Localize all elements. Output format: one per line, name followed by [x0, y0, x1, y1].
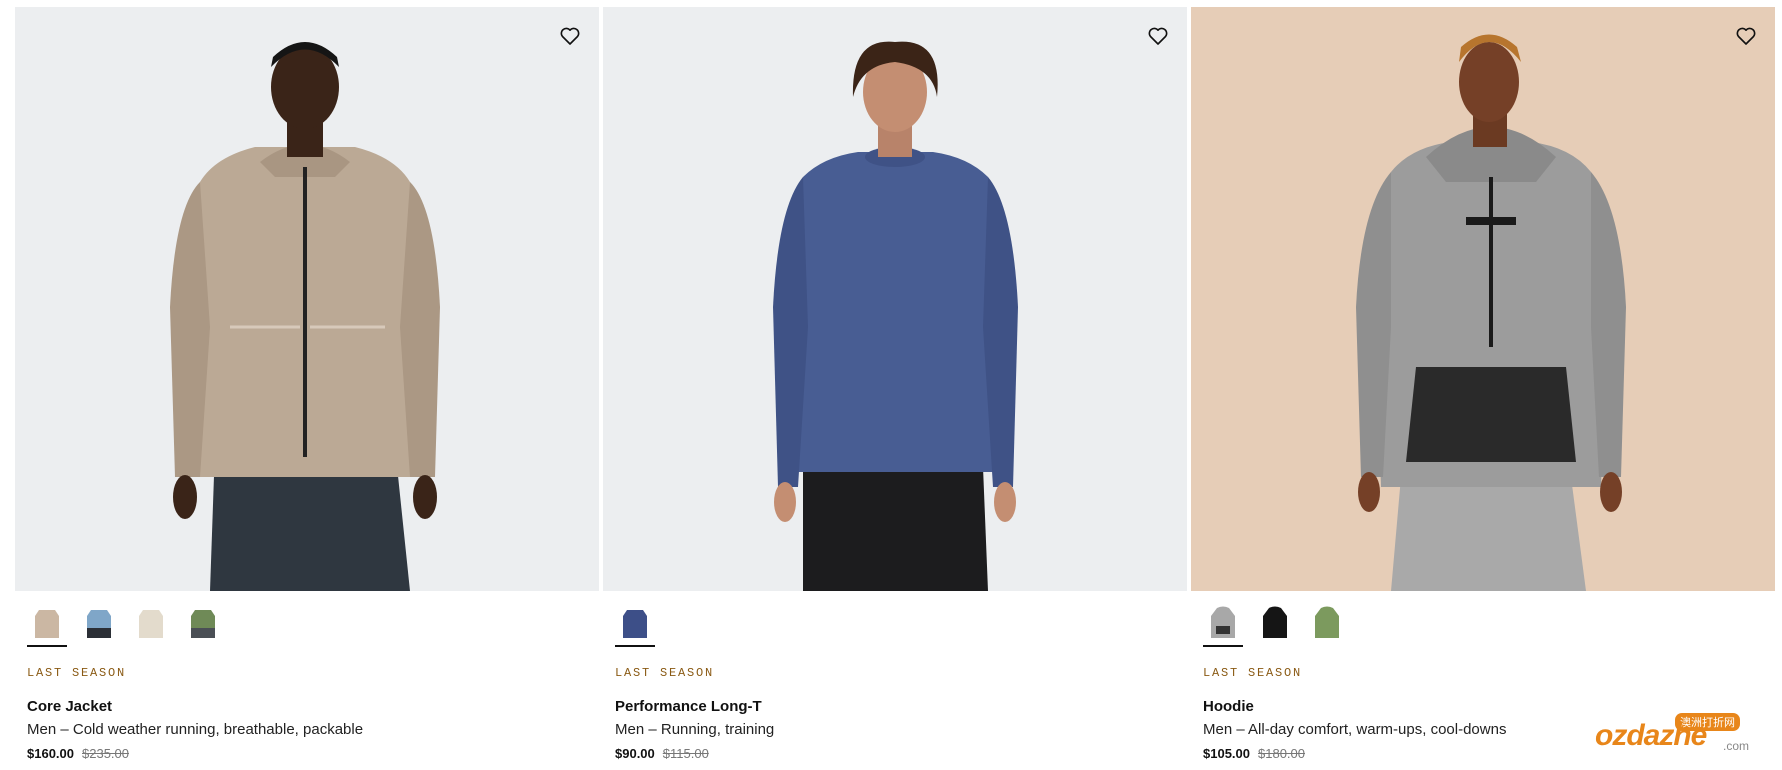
product-card-core-jacket[interactable]: LAST SEASON Core Jacket Men – Cold weath… — [15, 7, 599, 761]
watermark-domain: .com — [1723, 739, 1750, 753]
color-swatches — [603, 591, 1187, 649]
swatch-blue[interactable] — [79, 601, 119, 647]
sale-price: $90.00 — [615, 746, 655, 761]
season-badge: LAST SEASON — [1203, 666, 1303, 680]
swatch-black[interactable] — [1255, 601, 1295, 647]
swatch-grey[interactable] — [1203, 601, 1243, 647]
wishlist-button[interactable] — [1731, 21, 1761, 51]
product-card-hoodie[interactable]: LAST SEASON Hoodie Men – All-day comfort… — [1191, 7, 1775, 761]
product-description: Men – Cold weather running, breathable, … — [27, 721, 364, 738]
product-photo-hoodie — [1356, 34, 1626, 591]
product-description: Men – Running, training — [615, 721, 775, 738]
product-card-performance-long-t[interactable]: LAST SEASON Performance Long-T Men – Run… — [603, 7, 1187, 761]
product-photo-longsleeve — [773, 41, 1018, 591]
price-row: $90.00 $115.00 — [615, 746, 1187, 761]
product-image[interactable] — [603, 7, 1187, 591]
sale-price: $105.00 — [1203, 746, 1250, 761]
product-image[interactable] — [15, 7, 599, 591]
heart-outline-icon — [560, 27, 580, 45]
sale-price: $160.00 — [27, 746, 74, 761]
product-name[interactable]: Performance Long-T — [615, 698, 1187, 715]
watermark-logo: ozdazhe — [1595, 719, 1707, 752]
color-swatches — [1191, 591, 1775, 649]
wishlist-button[interactable] — [1143, 21, 1173, 51]
hoodie-thumb-icon — [1211, 606, 1235, 638]
swatch-olive[interactable] — [1307, 601, 1347, 647]
season-badge: LAST SEASON — [27, 666, 127, 680]
original-price: $115.00 — [662, 746, 709, 761]
season-badge: LAST SEASON — [615, 666, 715, 680]
site-watermark: 澳洲打折网 ozdazhe .com — [1595, 713, 1765, 761]
product-grid: LAST SEASON Core Jacket Men – Cold weath… — [15, 7, 1775, 761]
hoodie-thumb-icon — [1263, 606, 1287, 638]
hoodie-thumb-icon — [1315, 606, 1339, 638]
original-price: $235.00 — [82, 746, 129, 761]
color-swatches — [15, 591, 599, 649]
shirt-thumb-icon — [623, 610, 647, 638]
heart-outline-icon — [1736, 27, 1756, 45]
product-name[interactable]: Core Jacket — [27, 698, 599, 715]
heart-outline-icon — [1148, 27, 1168, 45]
swatch-tan[interactable] — [27, 601, 67, 647]
swatch-navy[interactable] — [615, 601, 655, 647]
jacket-thumb-icon — [87, 610, 111, 638]
swatch-cream[interactable] — [131, 601, 171, 647]
jacket-thumb-icon — [139, 610, 163, 638]
jacket-thumb-icon — [35, 610, 59, 638]
price-row: $160.00 $235.00 — [27, 746, 599, 761]
swatch-olive[interactable] — [183, 601, 223, 647]
jacket-thumb-icon — [191, 610, 215, 638]
product-photo-jacket — [170, 42, 440, 591]
original-price: $180.00 — [1258, 746, 1305, 761]
product-image[interactable] — [1191, 7, 1775, 591]
wishlist-button[interactable] — [555, 21, 585, 51]
